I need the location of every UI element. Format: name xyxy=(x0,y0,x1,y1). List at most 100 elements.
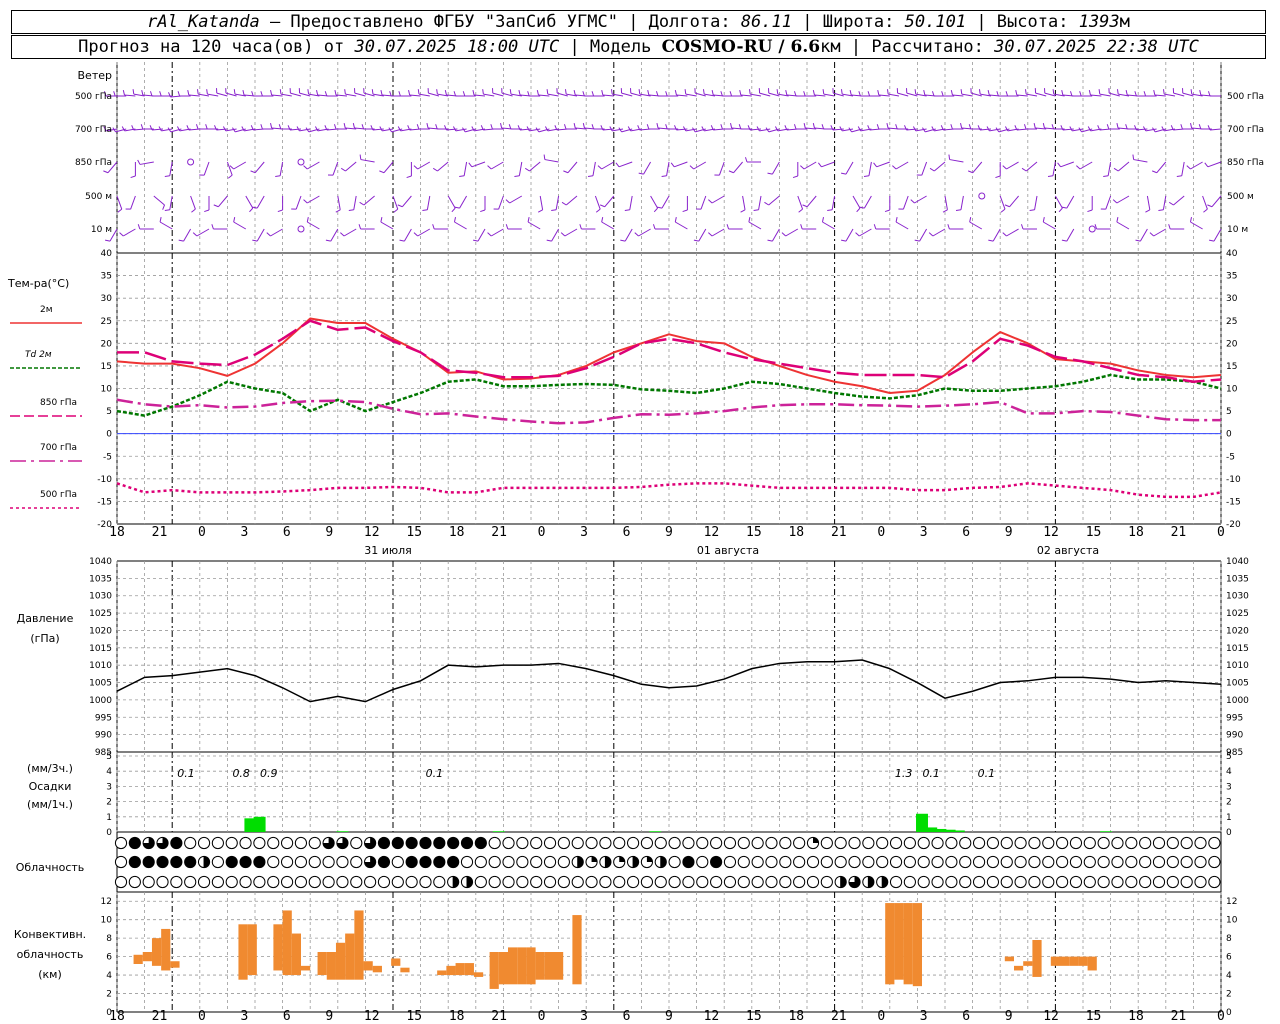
wind-barb-flag xyxy=(1076,165,1081,170)
wind-barb-shaft xyxy=(343,228,357,237)
pressure-tick-label: 995 xyxy=(95,713,112,723)
convective-bar xyxy=(170,961,180,968)
wind-barb-flag xyxy=(767,172,773,175)
wind-barb-flag xyxy=(408,90,411,96)
precip-tick-label-right: 3 xyxy=(1226,782,1232,792)
wind-barb-shaft xyxy=(1066,195,1075,209)
wind-level-label-right: 700 гПа xyxy=(1227,125,1264,135)
wind-barb-flag xyxy=(708,199,713,204)
cloud-cell-high xyxy=(710,836,723,850)
wind-barb-flag xyxy=(270,90,273,96)
wind-barb-flag xyxy=(849,90,852,96)
legend-label: 850 гПа xyxy=(40,398,77,408)
cloud-cell-low xyxy=(294,875,308,889)
cloud-cell-high xyxy=(1000,836,1013,850)
cloud-cell-middle xyxy=(723,855,737,869)
wind-barb-flag xyxy=(242,90,245,96)
precip-total-label: 0.1 xyxy=(978,767,996,780)
wind-barb-flag xyxy=(1189,217,1193,223)
wind-barb-flag xyxy=(914,89,917,95)
cloud-cell-low xyxy=(696,875,709,889)
wind-barb-flag xyxy=(482,89,484,95)
convective-bar xyxy=(1078,956,1088,966)
cloud-cell-middle xyxy=(848,855,861,869)
cloud-cell-low xyxy=(668,875,681,889)
cloud-cell-low xyxy=(1139,875,1152,889)
cloud-cell-high xyxy=(308,836,321,850)
temp-tick-label-right: 0 xyxy=(1226,430,1232,440)
cloud-cell-low xyxy=(1083,875,1096,889)
convective-bar xyxy=(391,958,401,966)
wind-barb-shaft xyxy=(921,161,928,176)
precip-total-label: 1.3 xyxy=(895,767,913,780)
convective-bar xyxy=(335,942,346,980)
wind-barb-shaft xyxy=(1035,92,1047,97)
cloud-cell-middle xyxy=(793,855,806,869)
hour-tick-label: 21 xyxy=(831,1009,847,1024)
wind-barb-flag xyxy=(646,124,650,130)
wind-barb-flag xyxy=(444,90,447,96)
wind-barb-shaft xyxy=(564,228,578,237)
cloud-cell-middle xyxy=(931,855,944,869)
wind-barb-shaft xyxy=(949,159,964,163)
wind-barb-flag xyxy=(352,123,355,129)
wind-barb-shaft xyxy=(643,161,652,175)
hour-tick-label: 3 xyxy=(920,525,928,540)
temp-tick-label: 35 xyxy=(101,272,112,282)
cloud-cell-fill xyxy=(129,837,141,849)
conv-tick-label-right: 10 xyxy=(1226,916,1238,926)
temp-tick-label-right: 40 xyxy=(1226,249,1238,259)
wind-barb-flag xyxy=(546,89,549,95)
cloud-cell-low xyxy=(751,875,764,889)
wind-barb-flag xyxy=(137,224,141,230)
wind-barb-flag xyxy=(785,90,788,96)
convective-bar xyxy=(1023,961,1033,966)
wind-barb-shaft xyxy=(216,92,228,97)
cloud-cell-middle xyxy=(917,855,930,869)
wind-barb-flag xyxy=(1186,165,1191,170)
cloud-cell-middle xyxy=(350,855,363,869)
cloud-cell-high xyxy=(876,836,889,850)
cloud-cell-low xyxy=(253,875,266,889)
hour-tick-label: 21 xyxy=(491,525,507,540)
hour-tick-label: 0 xyxy=(198,525,206,540)
wind-barb-flag xyxy=(462,91,466,97)
wind-barb-flag xyxy=(1153,90,1156,96)
wind-calm-mark xyxy=(297,158,305,166)
wind-barb-flag xyxy=(1020,224,1024,230)
cloud-cell-fill xyxy=(577,856,584,868)
wind-barb-flag xyxy=(960,89,963,95)
wind-barb-flag xyxy=(841,172,847,175)
wind-barb-shaft xyxy=(509,195,523,204)
cloud-cell-low xyxy=(474,875,487,889)
hour-tick-label: 9 xyxy=(325,1009,333,1024)
hour-tick-label: 9 xyxy=(1005,525,1013,540)
wind-barb-flag xyxy=(1015,90,1018,96)
wind-barb-shaft xyxy=(123,228,136,237)
wind-barb-flag xyxy=(480,209,486,213)
cloud-cell-middle xyxy=(986,855,1000,869)
wind-barb-flag xyxy=(740,209,746,213)
cloud-cell-middle xyxy=(945,855,958,869)
hour-tick-label: 15 xyxy=(746,1009,762,1024)
wind-barb-flag xyxy=(1151,170,1157,174)
wind-barb-shaft xyxy=(969,221,983,230)
cloud-cell-middle xyxy=(543,855,557,869)
cloud-cell-middle xyxy=(1139,855,1152,869)
cloud-cell-low xyxy=(184,875,197,889)
convective-bar xyxy=(317,952,327,976)
temp-tick-label: 30 xyxy=(101,294,113,304)
precip-tick-label: 4 xyxy=(106,767,112,777)
hour-tick-label: 15 xyxy=(746,525,762,540)
cloud-cell-low xyxy=(820,875,833,889)
wind-barb-shaft xyxy=(402,195,412,208)
wind-barb-flag xyxy=(233,217,236,223)
wind-barb-shaft xyxy=(417,228,431,237)
convective-bar xyxy=(354,910,364,980)
hour-tick-label: 9 xyxy=(325,525,333,540)
day-label: 31 июля xyxy=(364,544,412,557)
wind-barb-shaft xyxy=(822,221,835,230)
wind-barb-flag xyxy=(380,90,383,96)
wind-barb-flag xyxy=(397,204,403,208)
wind-barb-shaft xyxy=(674,161,688,168)
